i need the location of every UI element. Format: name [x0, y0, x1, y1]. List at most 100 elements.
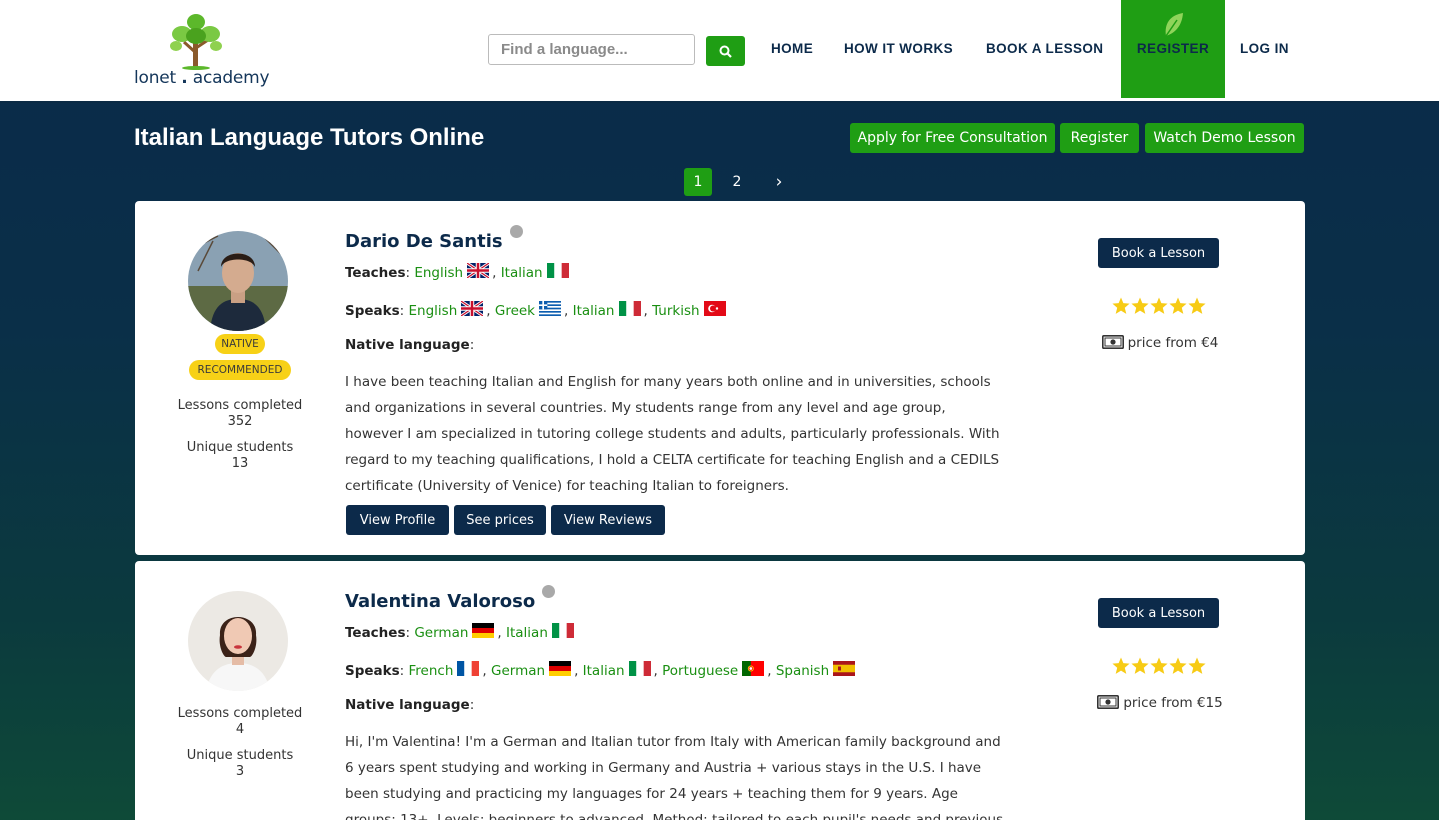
star-icon [1131, 657, 1149, 675]
tutor-name-row: Valentina Valoroso [345, 585, 556, 612]
teaches-label: Teaches [345, 625, 406, 641]
logo-text-academy: academy [192, 68, 270, 88]
speaks-label: Speaks [345, 303, 400, 319]
nav-log-in[interactable]: LOG IN [1240, 41, 1289, 56]
teaches-language[interactable]: German [414, 625, 468, 641]
nav-book-a-lesson[interactable]: BOOK A LESSON [986, 41, 1103, 56]
offline-status-icon [542, 585, 556, 598]
greece-flag-icon [539, 301, 561, 316]
star-rating [1112, 297, 1206, 315]
nav-home[interactable]: HOME [771, 41, 813, 56]
pagination-next[interactable]: › [765, 168, 793, 196]
star-icon [1150, 297, 1168, 315]
speaks-language[interactable]: Italian [573, 303, 615, 319]
star-icon [1188, 297, 1206, 315]
turkey-flag-icon [704, 301, 726, 316]
teaches-language[interactable]: Italian [501, 265, 543, 281]
register-button[interactable]: Register [1060, 123, 1139, 153]
native-language-label: Native language [345, 697, 470, 713]
tutor-name[interactable]: Dario De Santis [345, 231, 503, 252]
tutor-card: NATIVE RECOMMENDED Lessons completed 352… [135, 201, 1305, 555]
star-icon [1169, 657, 1187, 675]
speaks-language[interactable]: Turkish [652, 303, 699, 319]
nav-register[interactable]: REGISTER [1121, 0, 1225, 98]
tree-logo-icon [170, 14, 222, 70]
tutor-name-row: Dario De Santis [345, 225, 523, 252]
tutor-bio: I have been teaching Italian and English… [345, 374, 1000, 494]
teaches-language[interactable]: Italian [506, 625, 548, 641]
money-icon [1102, 335, 1124, 349]
unique-students-label: Unique students [186, 748, 294, 763]
uk-flag-icon [461, 301, 483, 316]
tutor-avatar[interactable] [188, 231, 288, 331]
recommended-badge: RECOMMENDED [189, 360, 291, 380]
star-icon [1112, 297, 1130, 315]
portugal-flag-icon [742, 661, 764, 676]
lessons-completed-label: Lessons completed [177, 706, 303, 721]
book-a-lesson-button[interactable]: Book a Lesson [1098, 238, 1219, 268]
speaks-language[interactable]: Spanish [776, 663, 829, 679]
book-a-lesson-button[interactable]: Book a Lesson [1098, 598, 1219, 628]
price-text: price from €4 [1127, 335, 1219, 351]
offline-status-icon [509, 225, 523, 238]
teaches-line: Teaches: German, Italian [345, 623, 577, 641]
italy-flag-icon [629, 661, 651, 676]
star-icon [1150, 657, 1168, 675]
nav-register-label: REGISTER [1136, 41, 1210, 56]
speaks-language[interactable]: French [409, 663, 454, 679]
star-icon [1112, 657, 1130, 675]
lessons-completed-value: 352 [227, 414, 253, 429]
view-reviews-button[interactable]: View Reviews [551, 505, 665, 535]
price-line: price from €4 [1090, 335, 1230, 351]
lessons-completed-stat: Lessons completed 4 [165, 706, 315, 738]
spain-flag-icon [833, 661, 855, 676]
germany-flag-icon [549, 661, 571, 676]
speaks-language[interactable]: Portuguese [662, 663, 738, 679]
teaches-line: Teaches: English, Italian [345, 263, 572, 281]
italy-flag-icon [619, 301, 641, 316]
search-button[interactable] [706, 36, 745, 66]
pagination-page-2[interactable]: 2 [723, 168, 751, 196]
logo-wordmark: lonet . academy [134, 68, 270, 88]
watch-demo-button[interactable]: Watch Demo Lesson [1145, 123, 1304, 153]
teaches-label: Teaches [345, 265, 406, 281]
view-profile-button[interactable]: View Profile [346, 505, 449, 535]
nav-how-it-works[interactable]: HOW IT WORKS [844, 41, 953, 56]
native-language-line: Native language: [345, 337, 475, 353]
speaks-language[interactable]: German [491, 663, 545, 679]
teaches-language[interactable]: English [414, 265, 463, 281]
tutor-avatar[interactable] [188, 591, 288, 691]
native-language-label: Native language [345, 337, 470, 353]
speaks-language[interactable]: Greek [495, 303, 535, 319]
native-badge: NATIVE [215, 334, 265, 354]
tutor-bio: Hi, I'm Valentina! I'm a German and Ital… [345, 734, 1004, 820]
page-title: Italian Language Tutors Online [134, 124, 485, 151]
see-prices-button[interactable]: See prices [454, 505, 546, 535]
money-icon [1097, 695, 1119, 709]
speaks-language[interactable]: English [409, 303, 458, 319]
language-search-input[interactable] [488, 34, 695, 65]
star-icon [1188, 657, 1206, 675]
free-consultation-button[interactable]: Apply for Free Consultation [850, 123, 1055, 153]
pagination-page-1[interactable]: 1 [684, 168, 712, 196]
tutor-name[interactable]: Valentina Valoroso [345, 591, 535, 612]
unique-students-stat: Unique students 13 [165, 440, 315, 472]
speaks-label: Speaks [345, 663, 400, 679]
price-line: price from €15 [1090, 695, 1230, 711]
unique-students-stat: Unique students 3 [165, 748, 315, 780]
speaks-language[interactable]: Italian [583, 663, 625, 679]
lessons-completed-value: 4 [235, 722, 245, 737]
unique-students-value: 3 [235, 764, 245, 779]
price-text: price from €15 [1123, 695, 1223, 711]
search-icon [719, 45, 732, 58]
speaks-line: Speaks: English, Greek, Italian, Turkish [345, 301, 729, 319]
unique-students-label: Unique students [186, 440, 294, 455]
star-icon [1131, 297, 1149, 315]
tutor-card: Lessons completed 4 Unique students 3 Va… [135, 561, 1305, 820]
star-rating [1112, 657, 1206, 675]
italy-flag-icon [552, 623, 574, 638]
italy-flag-icon [547, 263, 569, 278]
site-logo[interactable]: lonet . academy [134, 12, 270, 92]
unique-students-value: 13 [231, 456, 249, 471]
lessons-completed-label: Lessons completed [177, 398, 303, 413]
